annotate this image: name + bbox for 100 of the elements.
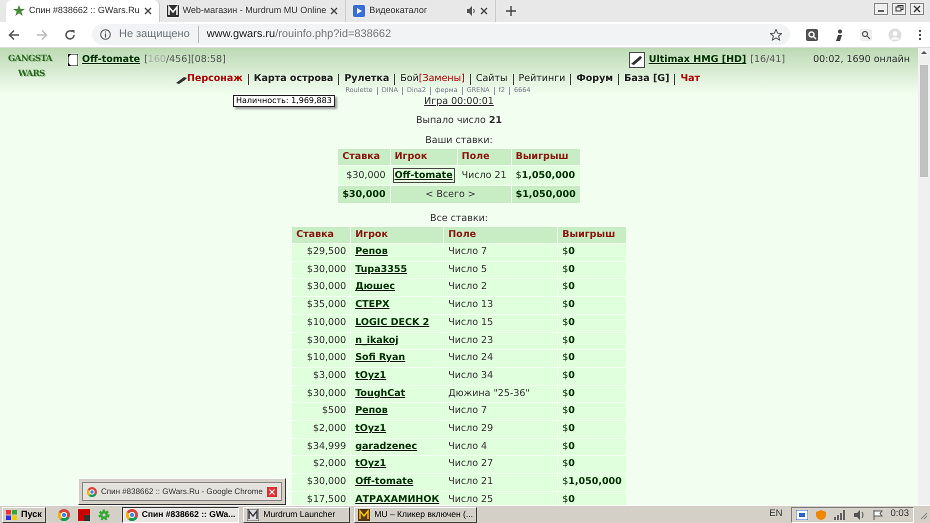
nav-link[interactable]: Карта острова [254, 72, 334, 87]
player-link[interactable]: Репов [355, 405, 388, 416]
nav-link[interactable]: Чат [680, 72, 700, 87]
security-label: Не защищено [119, 27, 190, 42]
win-cell: $0 [558, 279, 626, 296]
close-icon[interactable] [266, 486, 277, 496]
player-link[interactable]: tOyz1 [355, 458, 386, 470]
game-link[interactable]: Игра 00:00:01 [424, 96, 494, 107]
close-icon[interactable] [480, 7, 488, 15]
player-link[interactable]: АТРАХАМИНОК [355, 494, 440, 505]
bet-cell: $29,500 [292, 244, 350, 261]
player-link[interactable]: tOyz1 [355, 423, 386, 434]
close-icon[interactable] [910, 3, 924, 15]
back-icon[interactable] [8, 28, 20, 40]
close-icon[interactable] [330, 7, 338, 15]
extension-icon[interactable] [806, 28, 818, 40]
bet-cell: $10,000 [292, 350, 350, 367]
app-icon [247, 508, 260, 520]
game-icon [358, 508, 370, 520]
win-cell: $0 [558, 244, 626, 261]
win-cell: $0 [558, 386, 626, 402]
taskbar-button[interactable]: Murdrum Launcher [243, 506, 350, 522]
nav-link[interactable]: [Замены] [418, 72, 465, 87]
gun-icon [628, 52, 645, 68]
scroll-thumb[interactable] [920, 65, 928, 177]
win-cell: $0 [558, 262, 626, 278]
bet-cell: $30,000 [292, 386, 350, 402]
nav-link[interactable]: База [G] [624, 72, 670, 87]
bet-cell: $30,000 [292, 474, 350, 491]
shop-icon [166, 5, 179, 17]
new-tab-icon[interactable] [506, 6, 516, 16]
player-link[interactable]: n_ikakoj [355, 334, 399, 346]
star-icon[interactable] [770, 28, 782, 40]
win-cell: $0 [558, 314, 626, 332]
player-link[interactable]: Tupa3355 [355, 264, 408, 275]
close-icon[interactable] [144, 7, 152, 15]
weapon-link[interactable]: Ultimax HMG [HD] [648, 52, 746, 68]
search-icon[interactable] [860, 28, 872, 40]
player-link[interactable]: LOGIC DECK 2 [355, 316, 430, 328]
start-button[interactable]: Пуск [2, 506, 46, 522]
nav-link[interactable]: Рейтинги [518, 72, 566, 87]
nav-link[interactable]: Бой [400, 72, 419, 87]
nav-link[interactable]: Форум [576, 72, 614, 87]
result-text: Выпало число 21 [416, 114, 502, 128]
resize-grip-icon [918, 510, 928, 520]
field-cell: Число 21 [444, 474, 558, 491]
menu-icon[interactable] [918, 28, 922, 40]
windows-icon [6, 510, 17, 520]
bet-cell: $2,000 [292, 456, 350, 474]
reload-icon[interactable] [64, 28, 76, 40]
nav-link[interactable]: Рулетка [344, 72, 390, 87]
win-cell: $0 [558, 456, 626, 474]
nav-link[interactable]: Сайты [476, 72, 508, 87]
minimize-icon[interactable] [874, 3, 888, 15]
player-link[interactable]: tOyz1 [355, 370, 386, 381]
signal-icon[interactable] [834, 510, 846, 520]
win-cell: $0 [558, 438, 626, 456]
browser-tab[interactable]: Спин #838662 :: GWars.Ru [6, 0, 160, 22]
player-link[interactable]: Дюшес [355, 281, 396, 292]
field-cell: Число 7 [444, 244, 558, 261]
win-cell: $1,050,000 [512, 166, 580, 185]
win-cell: $0 [558, 403, 626, 420]
field-cell: Число 7 [444, 403, 558, 420]
win-cell: $0 [558, 368, 626, 385]
player-link[interactable]: ToughCat [355, 388, 406, 399]
player-link[interactable]: Sofi Ryan [355, 352, 406, 364]
player-link[interactable]: Репов [355, 246, 388, 257]
player-link[interactable]: СТЕРХ [355, 299, 390, 310]
column-header: Ставка [338, 149, 390, 165]
bet-cell: $2,000 [292, 421, 350, 438]
bet-cell: $30,000 [338, 166, 390, 185]
bet-cell: $30,000 [292, 262, 350, 278]
window-preview[interactable]: Спин #838662 :: GWars.Ru - Google Chrome [82, 482, 282, 501]
bet-cell: $34,999 [292, 438, 350, 456]
field-cell: Число 24 [444, 350, 558, 367]
field-cell: Число 29 [444, 421, 558, 438]
app-icon[interactable] [78, 508, 90, 520]
win-cell: $0 [558, 297, 626, 314]
taskbar-button[interactable]: MU – Кликер включен (... [354, 506, 477, 522]
volume-icon[interactable] [854, 510, 864, 520]
bet-cell: $500 [292, 403, 350, 420]
player-link[interactable]: Off-tomate [82, 52, 140, 68]
tooltip: Наличность: 1,969,883 [233, 95, 335, 107]
scrollbar[interactable] [918, 48, 930, 505]
taskbar-button[interactable]: Спин #838662 :: GWa... [122, 506, 240, 522]
column-header: Поле [458, 149, 511, 165]
total-label: < Всего > [390, 186, 511, 203]
online-status: 00:02, 1690 онлайн [813, 52, 910, 67]
player-link[interactable]: Off-tomate [355, 476, 414, 488]
nav-link[interactable]: Персонаж [186, 72, 243, 87]
language-indicator[interactable]: EN [769, 507, 782, 522]
restore-icon[interactable] [892, 3, 906, 15]
address-field[interactable]: www.gwars.ru/rouinfo.php?id=838662 [198, 26, 392, 43]
field-cell: Число 4 [444, 438, 558, 456]
player-link[interactable]: garadzenec [355, 440, 418, 452]
logo[interactable]: GANGSTA WARS [0, 48, 68, 95]
field-cell: Число 23 [444, 332, 558, 350]
chrome-icon[interactable] [58, 508, 70, 520]
player-link[interactable]: Off-tomate [394, 170, 453, 181]
player-stats: [160/456][08:58] [144, 52, 226, 67]
